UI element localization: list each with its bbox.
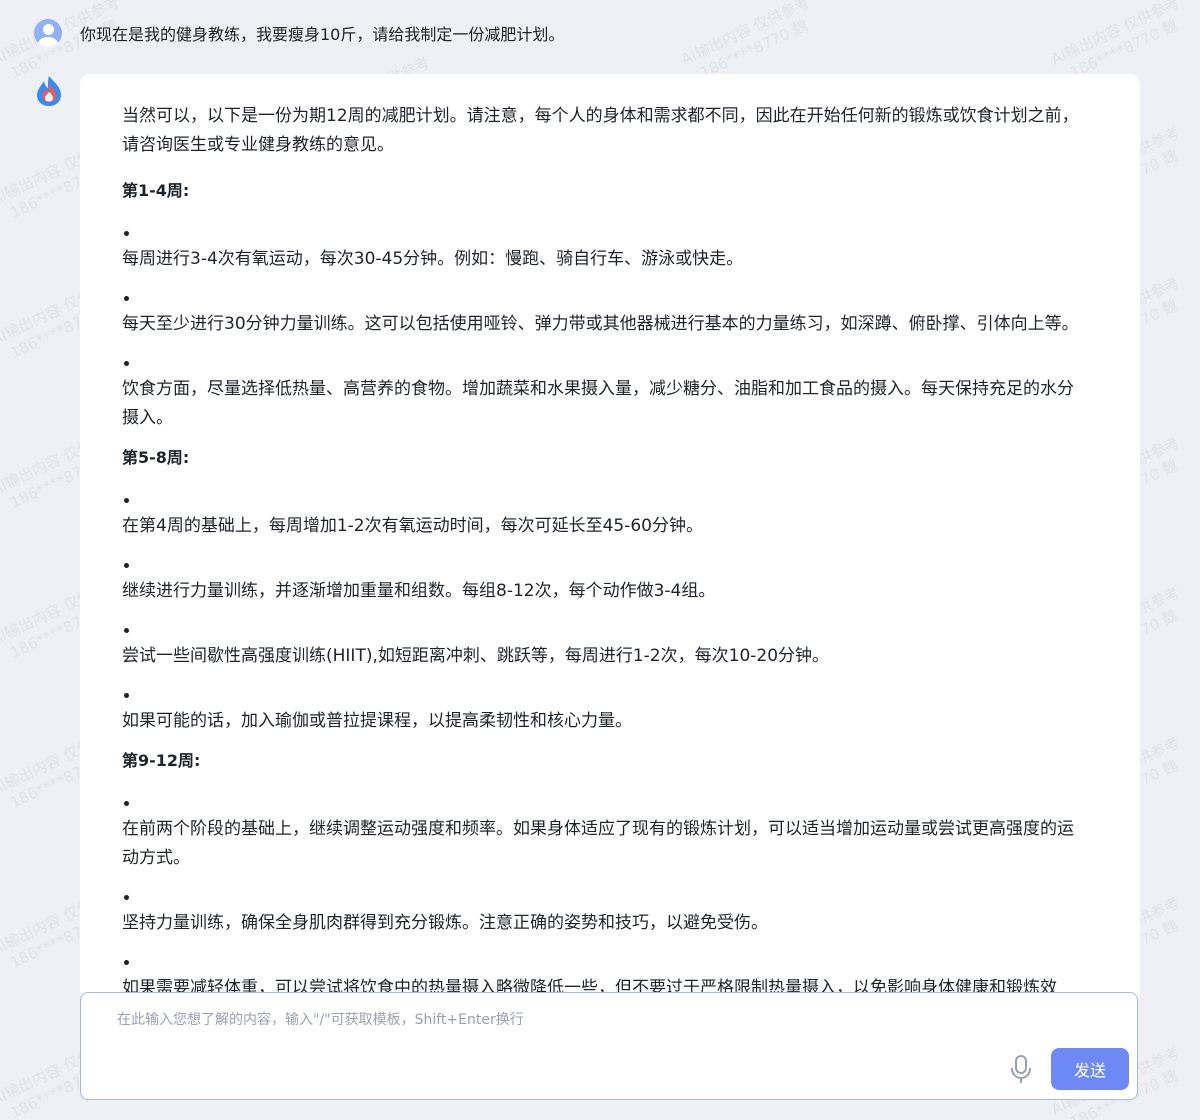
user-message-row: 你现在是我的健身教练，我要瘦身10斤，请给我制定一份减肥计划。	[34, 16, 564, 50]
answer-intro: 当然可以，以下是一份为期12周的减肥计划。请注意，每个人的身体和需求都不同，因此…	[122, 106, 1079, 155]
list-item: 每周进行3-4次有氧运动，每次30-45分钟。例如：慢跑、骑自行车、游泳或快走。	[122, 249, 744, 269]
bullet-point	[122, 486, 1084, 512]
flame-drop-logo-icon	[37, 76, 61, 106]
list-item: 如果可能的话，加入瑜伽或普拉提课程，以提高柔韧性和核心力量。	[122, 711, 632, 731]
bullet-point	[122, 883, 1084, 909]
bullet-point	[122, 349, 1084, 375]
bullet-point	[122, 948, 1084, 974]
bullet-point	[122, 284, 1084, 310]
list-item: 每天至少进行30分钟力量训练。这可以包括使用哑铃、弹力带或其他器械进行基本的力量…	[122, 314, 1079, 334]
list-item: 在第4周的基础上，每周增加1-2次有氧运动时间，每次可延长至45-60分钟。	[122, 516, 703, 536]
section-title: 第5-8周:	[122, 448, 190, 467]
list-item: 尝试一些间歇性高强度训练(HIIT),如短距离冲刺、跳跃等，每周进行1-2次，每…	[122, 646, 830, 666]
list-item: 饮食方面，尽量选择低热量、高营养的食物。增加蔬菜和水果摄入量，减少糖分、油脂和加…	[122, 379, 1074, 428]
bullet-point	[122, 616, 1084, 642]
list-item: 在前两个阶段的基础上，继续调整运动强度和频率。如果身体适应了现有的锻炼计划，可以…	[122, 819, 1074, 868]
bullet-point	[122, 681, 1084, 707]
chat-input-placeholder[interactable]: 在此输入您想了解的内容，输入"/"可获取模板，Shift+Enter换行	[117, 1009, 524, 1029]
chat-input-box[interactable]: 在此输入您想了解的内容，输入"/"可获取模板，Shift+Enter换行 发送	[80, 992, 1138, 1100]
user-avatar-icon	[34, 19, 62, 47]
bullet-point	[122, 219, 1084, 245]
send-button[interactable]: 发送	[1051, 1048, 1129, 1090]
user-message: 你现在是我的健身教练，我要瘦身10斤，请给我制定一份减肥计划。	[80, 25, 565, 44]
microphone-icon[interactable]	[1009, 1053, 1033, 1085]
list-item: 继续进行力量训练，并逐渐增加重量和组数。每组8-12次，每个动作做3-4组。	[122, 581, 716, 601]
assistant-answer-card: 当然可以，以下是一份为期12周的减肥计划。请注意，每个人的身体和需求都不同，因此…	[80, 74, 1140, 1004]
section-title: 第1-4周:	[122, 181, 190, 200]
bullet-point	[122, 551, 1084, 577]
section-title: 第9-12周:	[122, 751, 201, 770]
bullet-point	[122, 789, 1084, 815]
list-item: 坚持力量训练，确保全身肌肉群得到充分锻炼。注意正确的姿势和技巧，以避免受伤。	[122, 913, 768, 933]
